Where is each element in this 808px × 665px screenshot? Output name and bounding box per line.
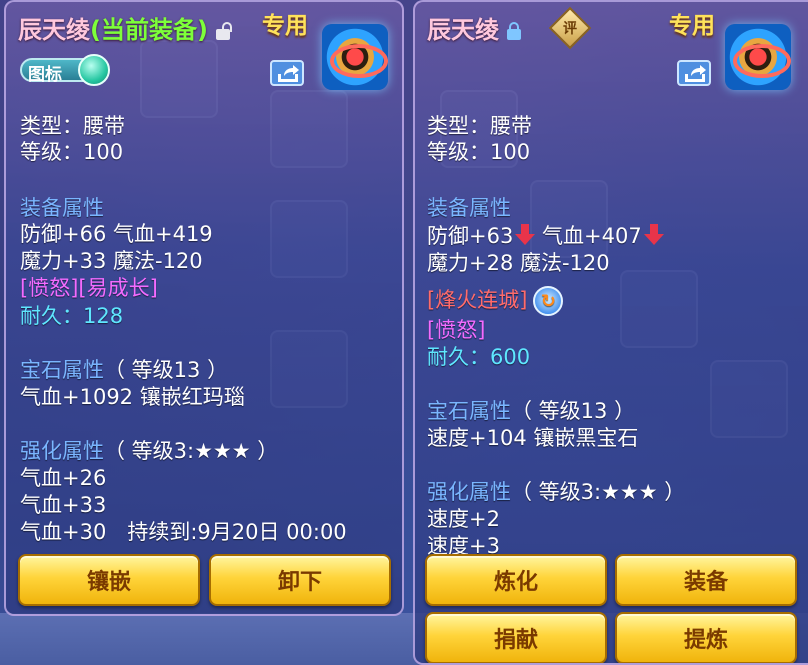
gem-level: （ 等级13 ）	[511, 399, 636, 423]
gem-line: 气血+1092 镶嵌红玛瑙	[20, 385, 245, 409]
gem-level: （ 等级13 ）	[104, 358, 229, 382]
toggle-knob[interactable]	[78, 54, 110, 86]
donate-button[interactable]: 捐献	[425, 612, 607, 663]
equip-attr-title: 装备属性	[427, 196, 511, 220]
enhance-level: （ 等级3:★★★ ）	[511, 480, 686, 504]
decrease-arrow-icon	[515, 224, 536, 246]
gem-attr-title: 宝石属性	[20, 358, 104, 382]
special-effect: [愤怒]	[427, 318, 486, 342]
enhance-attr-title: 强化属性	[427, 480, 511, 504]
equip-button[interactable]: 装备	[615, 554, 797, 606]
refine-button[interactable]: 炼化	[425, 554, 607, 606]
gem-attr-header: 宝石属性（ 等级13 ）	[20, 354, 228, 384]
icon-toggle-label: 图标	[28, 65, 62, 85]
enhance-attr-header: 强化属性（ 等级3:★★★ ）	[427, 476, 685, 506]
share-icon[interactable]	[677, 60, 711, 86]
item-title: 辰天绫	[427, 10, 523, 45]
gem-attr-title: 宝石属性	[427, 399, 511, 423]
special-skill: [烽火连城]	[427, 288, 528, 312]
enhance-level: （ 等级3:★★★ ）	[104, 439, 279, 463]
belt-item-icon	[322, 24, 388, 90]
rating-badge[interactable]: 评	[548, 6, 592, 50]
equipped-item-tooltip: 辰天绫(当前装备) 专用 图标 类型：腰带 等级：100 装备属性 防御+66 …	[4, 0, 404, 616]
enhance-line: 气血+26	[20, 466, 107, 490]
share-icon[interactable]	[270, 60, 304, 86]
inlay-button[interactable]: 镶嵌	[18, 554, 200, 606]
gem-attr-header: 宝石属性（ 等级13 ）	[427, 395, 635, 425]
enhance-line: 速度+2	[427, 507, 500, 531]
icon-toggle[interactable]: 图标	[20, 54, 112, 86]
decrease-arrow-icon	[643, 224, 664, 246]
attr-line: 魔力+28 魔法-120	[427, 251, 610, 275]
durability: 耐久：128	[20, 304, 124, 328]
enhance-attr-header: 强化属性（ 等级3:★★★ ）	[20, 435, 278, 465]
exclusive-tag: 专用	[262, 13, 308, 39]
unlock-icon[interactable]	[214, 22, 232, 40]
enhance-line: 气血+33	[20, 493, 107, 517]
attr-line: 防御+66 气血+419	[20, 222, 213, 246]
item-level: 等级：100	[20, 140, 124, 164]
special-effects: [愤怒][易成长]	[20, 276, 158, 300]
exclusive-tag: 专用	[669, 13, 715, 39]
unequip-button[interactable]: 卸下	[209, 554, 391, 606]
durability: 耐久：600	[427, 345, 531, 369]
enhance-attr-title: 强化属性	[20, 439, 104, 463]
compare-item-tooltip: 辰天绫 评 专用 类型：腰带 等级：100 装备属性 防御+63 气血+407 …	[413, 0, 808, 665]
lock-icon[interactable]	[505, 22, 523, 40]
refresh-icon[interactable]	[533, 286, 564, 316]
attr-line: 魔力+33 魔法-120	[20, 249, 203, 273]
current-equipped-label: (当前装备)	[90, 16, 208, 44]
special-skill-row: [烽火连城]	[427, 284, 564, 316]
belt-item-icon	[725, 24, 791, 90]
item-title: 辰天绫(当前装备)	[18, 10, 232, 45]
defense-value: 防御+63	[427, 224, 514, 248]
extract-button[interactable]: 提炼	[615, 612, 797, 663]
enhance-line: 气血+30 持续到:9月20日 00:00	[20, 520, 347, 544]
item-name: 辰天绫	[18, 16, 90, 44]
attr-line-compare: 防御+63 气血+407	[427, 220, 664, 250]
gem-line: 速度+104 镶嵌黑宝石	[427, 426, 639, 450]
item-name: 辰天绫	[427, 16, 499, 44]
hp-value: 气血+407	[542, 224, 642, 248]
rating-badge-label: 评	[563, 21, 577, 37]
item-level: 等级：100	[427, 140, 531, 164]
